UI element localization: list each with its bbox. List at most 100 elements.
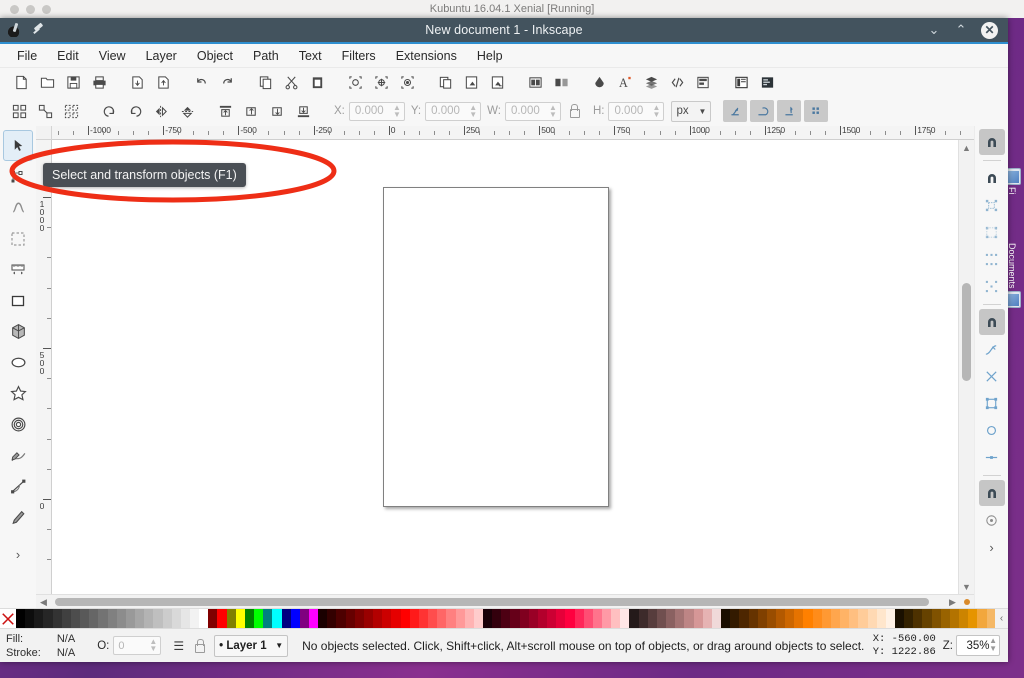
snap-bounding-boxes-button[interactable] [979, 165, 1005, 191]
star-tool[interactable] [3, 378, 33, 409]
palette-swatch[interactable] [281, 609, 291, 628]
affect-rounded-corners-button[interactable] [750, 100, 775, 122]
zoom-tool[interactable] [3, 223, 33, 254]
palette-swatch[interactable] [309, 609, 319, 628]
palette-swatch[interactable] [803, 609, 813, 628]
affect-patterns-button[interactable] [804, 100, 829, 122]
palette-swatch[interactable] [217, 609, 227, 628]
palette-swatch[interactable] [180, 609, 190, 628]
palette-swatch[interactable] [235, 609, 245, 628]
palette-swatch[interactable] [391, 609, 401, 628]
enable-snapping-button[interactable] [978, 129, 1005, 155]
scroll-up-arrow[interactable]: ▲ [959, 140, 974, 155]
layers-button[interactable] [638, 70, 664, 94]
rotate-cw-button[interactable] [122, 99, 148, 123]
palette-swatch[interactable] [418, 609, 429, 628]
flip-vertical-button[interactable] [174, 99, 200, 123]
zoom-field[interactable]: 35% ▲ ▼ [956, 635, 1000, 656]
palette-swatch[interactable] [98, 609, 108, 628]
palette-swatch[interactable] [519, 609, 529, 628]
zoom-page-button[interactable] [394, 70, 420, 94]
palette-swatch[interactable] [25, 609, 35, 628]
palette-swatch[interactable] [574, 609, 584, 628]
text-and-font-button[interactable]: A [612, 70, 638, 94]
snap-bbox-corners-button[interactable] [979, 219, 1005, 245]
select-all-in-all-layers-button[interactable] [32, 99, 58, 123]
redo-button[interactable] [214, 70, 240, 94]
pencil-tool[interactable] [3, 440, 33, 471]
box3d-tool[interactable] [3, 316, 33, 347]
menu-path[interactable]: Path [244, 46, 288, 66]
horizontal-ruler[interactable]: -1000 -750 -500 -250 0 250 500 750 1000 1250 1500 1… [52, 126, 974, 140]
raise-to-top-button[interactable] [212, 99, 238, 123]
fill-stroke-indicator[interactable]: Fill: N/A Stroke: N/A [6, 632, 75, 660]
palette-swatch[interactable] [959, 609, 969, 628]
menu-filters[interactable]: Filters [333, 46, 385, 66]
snap-nodes-paths-handles-button[interactable] [978, 309, 1005, 335]
palette-swatch[interactable] [775, 609, 786, 628]
scroll-left-arrow[interactable]: ◀ [36, 595, 51, 610]
palette-swatch[interactable] [931, 609, 941, 628]
palette-swatch[interactable] [913, 609, 923, 628]
palette-swatch[interactable] [885, 609, 895, 628]
palette-swatch[interactable] [446, 609, 456, 628]
vertical-scroll-thumb[interactable] [962, 283, 971, 381]
palette-swatch[interactable] [785, 609, 795, 628]
palette-swatch[interactable] [473, 609, 483, 628]
palette-swatch[interactable] [895, 609, 905, 628]
opacity-spinner[interactable]: ▲ ▼ [149, 638, 157, 653]
rotate-ccw-button[interactable] [96, 99, 122, 123]
x-field-spinner[interactable]: ▲ ▼ [393, 103, 401, 118]
palette-swatch[interactable] [400, 609, 410, 628]
palette-swatch[interactable] [565, 609, 575, 628]
palette-swatch[interactable] [254, 609, 264, 628]
opacity-field[interactable]: 0 ▲ ▼ [113, 636, 162, 655]
print-document-button[interactable] [86, 70, 112, 94]
menu-layer[interactable]: Layer [137, 46, 186, 66]
cut-button[interactable] [278, 70, 304, 94]
horizontal-scrollbar[interactable]: ◀ ▶ [36, 594, 974, 608]
palette-swatch[interactable] [620, 609, 630, 628]
palette-swatch[interactable] [492, 609, 502, 628]
document-page[interactable] [383, 187, 609, 507]
palette-swatch[interactable] [373, 609, 383, 628]
palette-swatch[interactable] [666, 609, 676, 628]
y-field[interactable]: 0.000 ▲ ▼ [425, 101, 482, 121]
menu-object[interactable]: Object [188, 46, 242, 66]
palette-swatch[interactable] [748, 609, 758, 628]
palette-swatch[interactable] [647, 609, 657, 628]
menu-view[interactable]: View [90, 46, 135, 66]
preferences-button[interactable] [754, 70, 780, 94]
deselect-button[interactable] [58, 99, 84, 123]
toolbox-overflow-button[interactable]: › [3, 539, 33, 570]
palette-swatch[interactable] [428, 609, 438, 628]
node-tool[interactable] [3, 161, 33, 192]
scroll-down-arrow[interactable]: ▼ [959, 579, 974, 594]
vertical-ruler[interactable]: 1000 500 0 [36, 140, 52, 594]
palette-swatch[interactable] [16, 609, 26, 628]
palette-swatch[interactable] [547, 609, 557, 628]
palette-swatch[interactable] [528, 609, 538, 628]
h-field-spinner[interactable]: ▲ ▼ [653, 103, 661, 118]
palette-swatch[interactable] [611, 609, 621, 628]
palette-swatch[interactable] [940, 609, 950, 628]
palette-swatch[interactable] [794, 609, 804, 628]
select-all-button[interactable] [6, 99, 32, 123]
palette-swatch[interactable] [757, 609, 767, 628]
lower-to-bottom-button[interactable] [290, 99, 316, 123]
palette-swatch[interactable] [135, 609, 145, 628]
palette-swatch[interactable] [89, 609, 99, 628]
palette-swatch[interactable] [482, 609, 493, 628]
palette-swatch[interactable] [821, 609, 831, 628]
undo-button[interactable] [188, 70, 214, 94]
menu-file[interactable]: File [8, 46, 46, 66]
palette-swatch[interactable] [336, 609, 346, 628]
ungroup-button[interactable] [548, 70, 574, 94]
menu-help[interactable]: Help [468, 46, 512, 66]
close-button[interactable]: ✕ [981, 21, 998, 39]
duplicate-button[interactable] [432, 70, 458, 94]
palette-swatch[interactable] [858, 609, 868, 628]
export-button[interactable] [150, 70, 176, 94]
palette-swatch[interactable] [354, 609, 364, 628]
palette-swatch[interactable] [556, 609, 566, 628]
